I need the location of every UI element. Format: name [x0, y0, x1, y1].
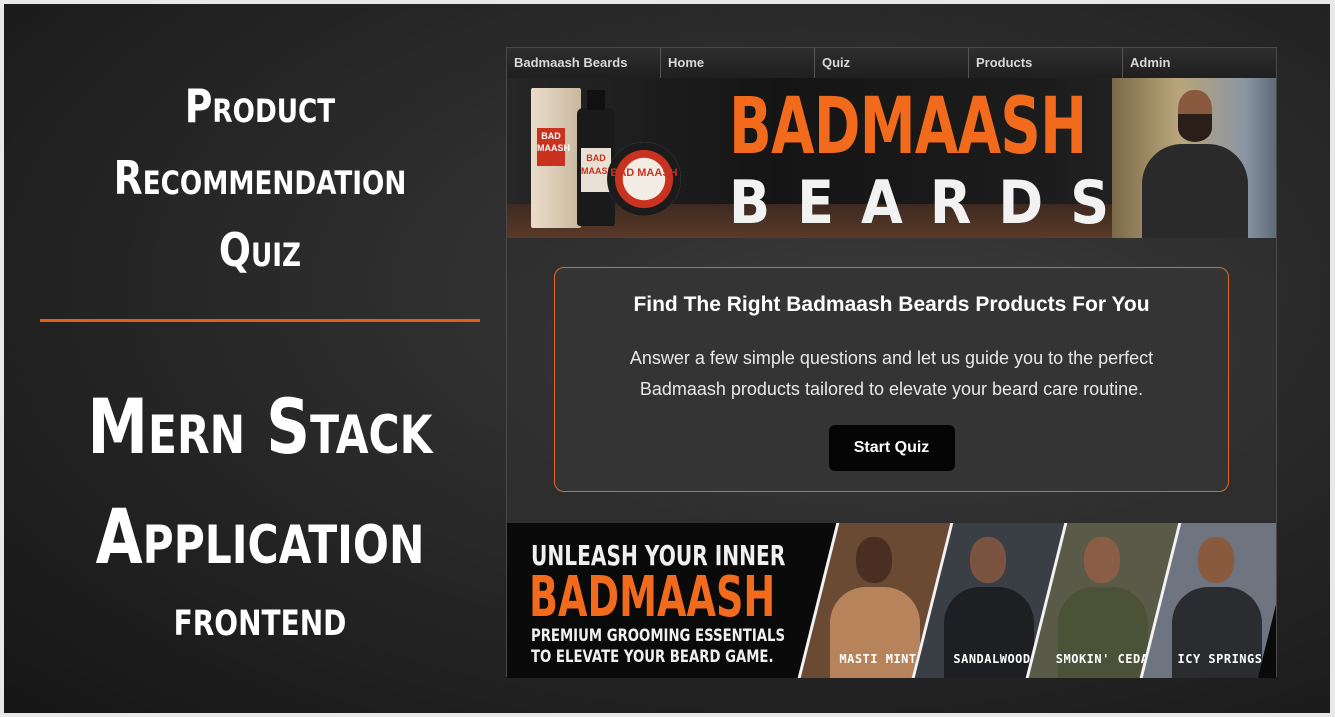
hero-banner: BAD MAASH BAD MAASH BAD MAASH BADMAASH B…	[507, 78, 1276, 238]
promo-line2: BADMAASH	[529, 565, 776, 630]
slide-frame: Product Recommendation Quiz Mern Stack A…	[4, 4, 1330, 713]
promo-tagline: PREMIUM GROOMING ESSENTIALS TO ELEVATE Y…	[531, 626, 785, 668]
left-title-panel: Product Recommendation Quiz Mern Stack A…	[40, 4, 480, 713]
nav-products[interactable]: Products	[969, 48, 1123, 78]
hero-brand-bottom: BEARDS	[729, 168, 1137, 238]
quiz-heading: Find The Right Badmaash Beards Products …	[633, 293, 1150, 316]
promo-tagline-b: TO ELEVATE YOUR BEARD GAME.	[531, 647, 774, 667]
model-head	[1084, 537, 1120, 583]
nav-admin[interactable]: Admin	[1123, 48, 1276, 78]
project-title-line3: Quiz	[218, 223, 302, 277]
quiz-description: Answer a few simple questions and let us…	[629, 348, 1154, 399]
project-title-line1: Product	[184, 79, 336, 133]
bottle-cap	[587, 90, 605, 110]
product-box-image: BAD MAASH	[531, 88, 581, 228]
tin-label: BAD MAASH	[610, 167, 678, 179]
nav-home[interactable]: Home	[661, 48, 815, 78]
app-window: Badmaash Beards Home Quiz Products Admin…	[506, 47, 1277, 678]
quiz-intro-card: Find The Right Badmaash Beards Products …	[554, 267, 1229, 492]
nav-brand[interactable]: Badmaash Beards	[507, 48, 661, 78]
model-head	[970, 537, 1006, 583]
hero-brand-top: BADMAASH	[729, 82, 1087, 172]
stack-title-line2: Application	[95, 492, 425, 581]
promo-tagline-a: PREMIUM GROOMING ESSENTIALS	[531, 626, 786, 646]
stack-subtitle: frontend	[173, 589, 347, 647]
promo-panels: MASTI MINT SANDALWOOD SMOKIN' CEDAR ICY …	[797, 523, 1276, 678]
promo-banner: UNLEASH YOUR INNER BADMAASH PREMIUM GROO…	[507, 523, 1276, 678]
model-head	[856, 537, 892, 583]
stack-title-line1: Mern Stack	[87, 382, 433, 471]
balm-tin-image: BAD MAASH	[607, 142, 681, 216]
man-beard	[1178, 114, 1212, 142]
orange-divider	[40, 319, 480, 322]
bearded-man-photo	[1112, 78, 1276, 238]
product-box-label: BAD MAASH	[537, 128, 570, 166]
nav-quiz[interactable]: Quiz	[815, 48, 969, 78]
project-title-line2: Recommendation	[113, 151, 407, 205]
model-head	[1198, 537, 1234, 583]
panel-caption: ICY SPRINGS	[1177, 652, 1263, 666]
main-content: Find The Right Badmaash Beards Products …	[507, 238, 1276, 523]
start-quiz-button[interactable]: Start Quiz	[828, 425, 955, 471]
project-title: Product Recommendation Quiz	[80, 70, 441, 286]
top-nav: Badmaash Beards Home Quiz Products Admin	[507, 48, 1276, 78]
man-body	[1142, 144, 1248, 238]
stack-title: Mern Stack Application	[84, 372, 436, 592]
